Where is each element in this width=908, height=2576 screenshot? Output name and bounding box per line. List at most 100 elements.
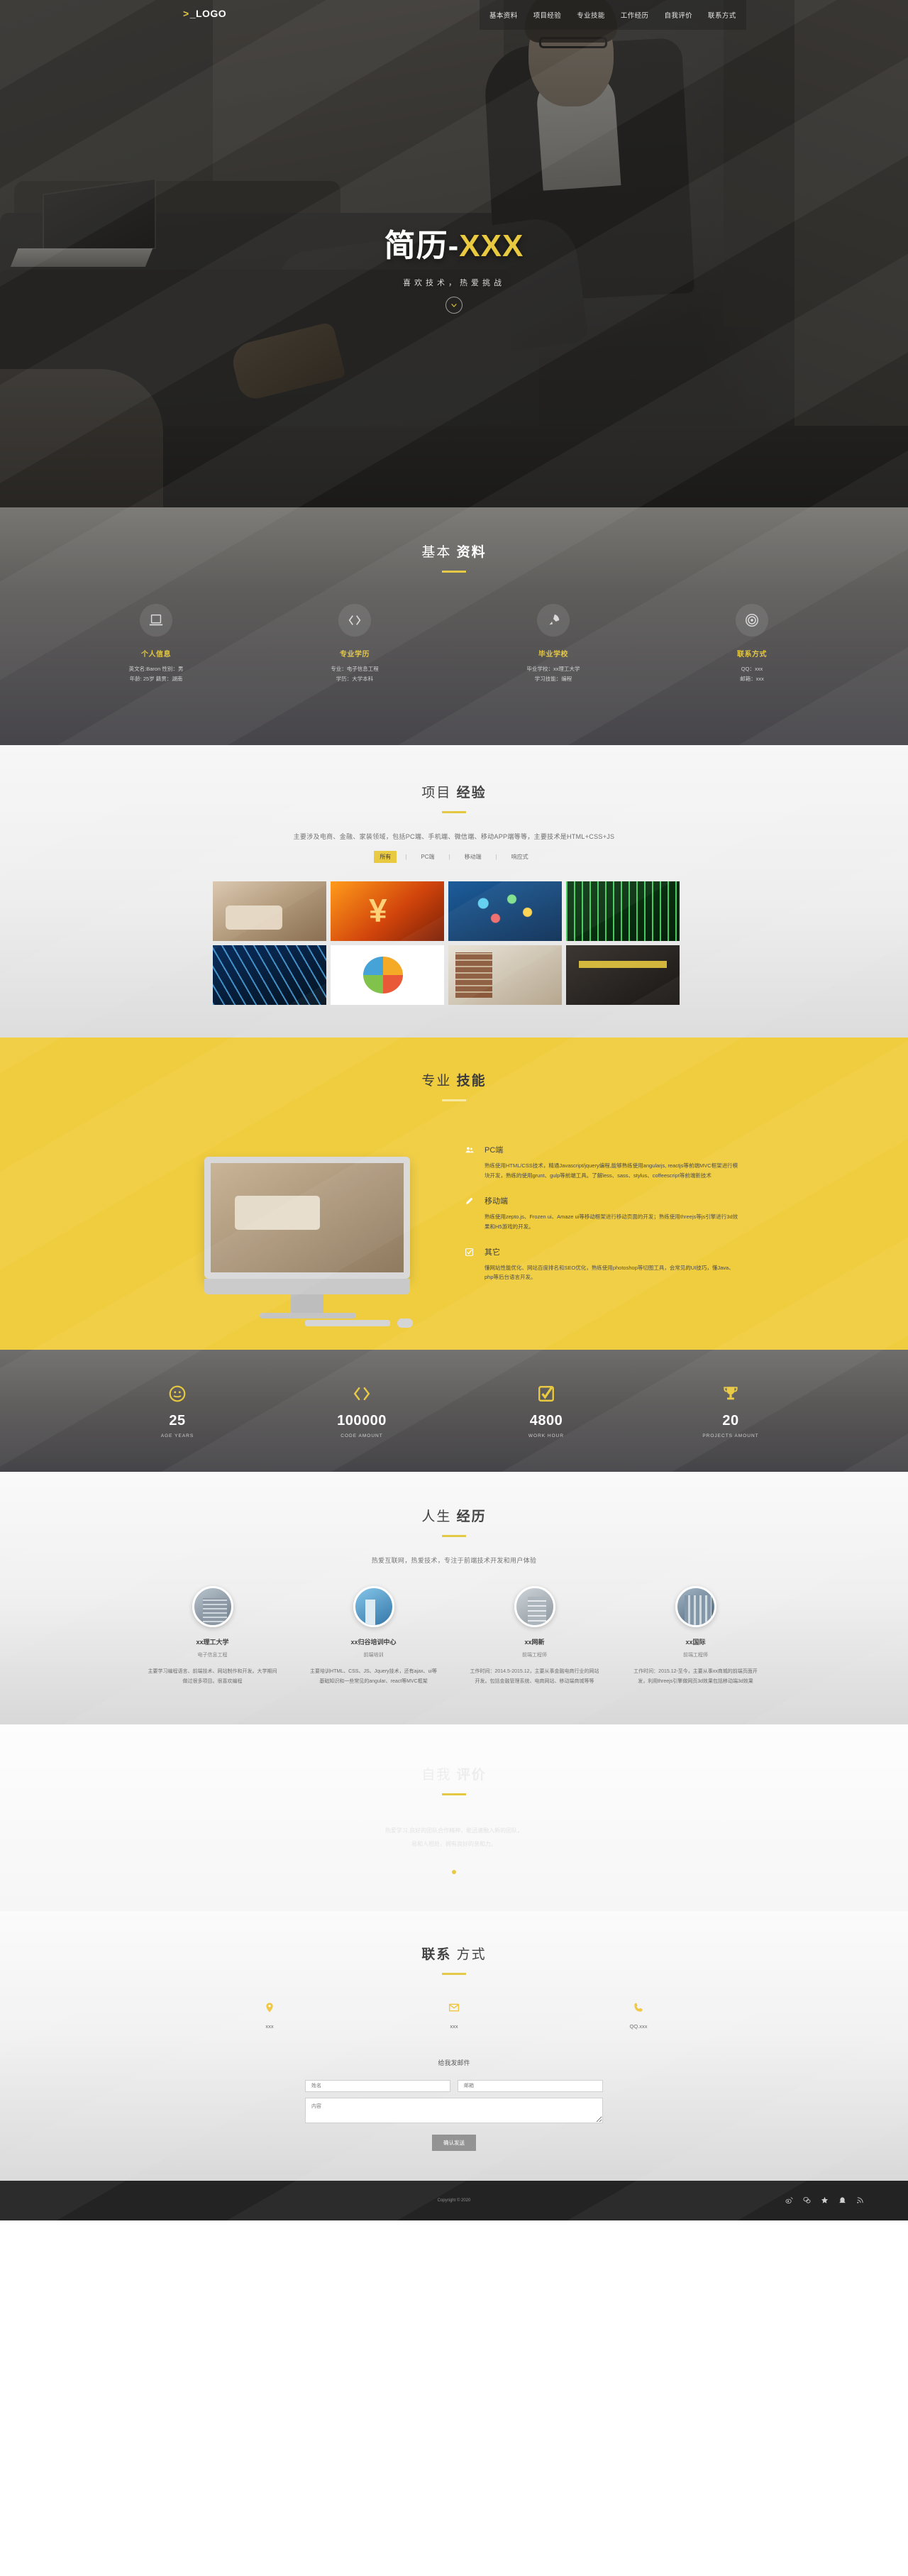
stat-number: 20 [722,1413,739,1429]
project-thumb-finance[interactable] [331,881,444,941]
life-card-role: 前端工程师 [683,1653,708,1658]
project-tab-responsive[interactable]: 响应式 [506,851,534,863]
project-thumb-dna-blue[interactable] [213,945,326,1005]
life-card-wangxin[interactable]: xx网新 前端工程师 工作时间：2014.5-2015.12，主要从事金融电商行… [469,1586,600,1686]
stat-code: 100000 CODE AMOUNT [298,1383,426,1438]
weibo-icon[interactable] [785,2196,793,2204]
life-card-role: 前端培训 [363,1653,384,1658]
nav-item-work[interactable]: 工作经历 [621,10,649,20]
stat-label: AGE YEARS [160,1433,194,1438]
skill-body: 熟练使用HTML/CSS技术，精通Javascript/jquery编程,能够熟… [485,1162,738,1179]
stat-label: WORK HOUR [528,1433,565,1438]
rss-icon[interactable] [856,2196,864,2204]
life-card-role: 电子信息工程 [197,1653,228,1658]
evaluation-section: 自我 评价 热爱学习,良好的团队合作精神，能迅速融入新的团队， 易和人相处，拥有… [0,1724,908,1911]
project-tab-all[interactable]: 所有 [374,851,397,863]
basic-card-contact[interactable]: 联系方式 QQ：xxx 邮箱：xxx [681,604,823,685]
project-thumb-software[interactable] [566,945,680,1005]
laptop-icon [149,614,163,626]
wechat-icon[interactable] [803,2196,811,2204]
project-thumb-dna-green[interactable] [566,881,680,941]
life-card-university[interactable]: xx理工大学 电子信息工程 主要学习编程语言、前端技术、网站制作和开发。大学期间… [147,1586,278,1686]
basic-card-education[interactable]: 专业学历 专业：电子信息工程 学历：大学本科 [284,604,426,685]
evaluation-carousel-dot[interactable] [452,1869,456,1874]
projects-section-title: 项目 经验 [0,782,908,801]
contact-title-part-a: 联系 [421,1947,452,1962]
basic-info-section: 基本 资料 个人信息 英文名:Baron 性别：男 年龄: 25岁 籍贯：湖南 [0,507,908,745]
evaluation-section-title: 自我 评价 [0,1764,908,1783]
stat-icon-wrap [114,1383,241,1404]
basic-card-title: 联系方式 [737,651,767,659]
project-thumb-network[interactable] [448,881,562,941]
basic-card-title: 个人信息 [141,651,171,659]
skills-title-part-b: 技能 [456,1074,487,1089]
basic-card-lines: 专业：电子信息工程 学历：大学本科 [284,664,426,685]
email-input[interactable] [458,2079,603,2092]
submit-button[interactable]: 确认发送 [432,2134,476,2151]
life-experience-section: 人生 经历 热爱互联网，热爱技术，专注于前端技术开发和用户体验 xx理工大学 电… [0,1472,908,1725]
qq-icon[interactable] [838,2196,846,2204]
contact-form: 确认发送 [305,2079,603,2151]
nav-item-basic[interactable]: 基本资料 [489,10,518,20]
contact-title-part-b: 方式 [456,1947,487,1962]
copyright-text: Copyright © 2020 [437,2198,471,2203]
skill-body: 熟练使用zepto.js、Frozen ui、Amaze ui等移动框架进行移动… [485,1213,738,1230]
star-icon[interactable] [821,2196,829,2204]
stat-label: CODE AMOUNT [340,1433,383,1438]
tab-separator: | [495,854,497,860]
code-icon [353,1387,370,1401]
projects-filter-tabs: 所有 | PC端 | 移动端 | 响应式 [0,851,908,863]
nav-item-evaluation[interactable]: 自我评价 [664,10,692,20]
life-thumb-company-wangxin [514,1586,555,1627]
nav-item-projects[interactable]: 项目经验 [533,10,562,20]
life-card-name: xx理工大学 [196,1639,229,1646]
project-tab-mobile[interactable]: 移动端 [459,851,487,863]
projects-title-underline [442,811,466,813]
keyboard-illustration [305,1320,390,1326]
contact-title-underline [442,1972,466,1975]
basic-card-line1: QQ：xxx [741,666,763,672]
skill-icon-wrap [465,1144,475,1181]
skill-icon-wrap [465,1195,475,1232]
project-tab-pc[interactable]: PC端 [415,851,440,863]
project-thumb-led-logo[interactable] [331,945,444,1005]
project-thumb-living-room[interactable] [213,881,326,941]
contact-value: xxx [265,2022,274,2030]
skill-heading: 移动端 [485,1196,508,1206]
basic-icon-wrap [736,604,768,637]
life-card-desc: 工作时间：2015.12-至今，主要从事xx商城的前端页面开发，利用threej… [633,1669,758,1684]
evaluation-title-part-b: 评价 [456,1768,487,1783]
phone-icon [634,2003,643,2012]
life-card-desc: 主要学习编程语言、前端技术、网站制作和开发。大学期间做过很多项目。很喜欢编程 [148,1669,277,1684]
life-card-international[interactable]: xx国际 前端工程师 工作时间：2015.12-至今，主要从事xx商城的前端页面… [630,1586,761,1686]
projects-title-part-a: 项目 [421,786,452,800]
hero-title: 简历-XXX [384,220,524,265]
nav-item-skills[interactable]: 专业技能 [577,10,605,20]
skills-title-underline [442,1099,466,1101]
contact-section-title: 联系 方式 [0,1944,908,1963]
basic-card-line2: 学历：大学本科 [336,676,374,683]
basic-icon-wrap [338,604,371,637]
contact-info-grid: xxx xxx QQ.xxx [0,1999,908,2030]
contact-form-row [305,2079,603,2092]
basic-card-personal[interactable]: 个人信息 英文名:Baron 性别：男 年龄: 25岁 籍贯：湖南 [85,604,227,685]
basic-card-school[interactable]: 毕业学校 毕业学校：xx理工大学 学习技能：编程 [482,604,624,685]
users-icon [465,1147,474,1153]
scroll-down-button[interactable] [445,297,463,314]
name-input[interactable] [305,2079,450,2092]
life-card-training[interactable]: xx归谷培训中心 前端培训 主要培训HTML、CSS、JS、Jquery技术，还… [308,1586,439,1686]
life-card-role: 前端工程师 [522,1653,547,1658]
project-thumb-office-desk[interactable] [448,945,562,1005]
site-logo[interactable]: >_LOGO [183,8,226,19]
life-card-name: xx归谷培训中心 [350,1639,397,1646]
life-card-desc: 主要培训HTML、CSS、JS、Jquery技术，还有ajax、ui等基础知识和… [310,1669,437,1684]
nav-item-contact[interactable]: 联系方式 [708,10,736,20]
stat-number: 4800 [529,1413,563,1429]
message-textarea[interactable] [305,2097,603,2123]
stat-number: 100000 [337,1413,387,1429]
evaluation-line2: 易和人相处，拥有良好的亲和力。 [411,1841,497,1848]
projects-grid [213,881,695,1005]
stat-icon-wrap [482,1383,610,1404]
logo-text: _LOGO [189,8,227,19]
check-box-icon [538,1386,554,1402]
